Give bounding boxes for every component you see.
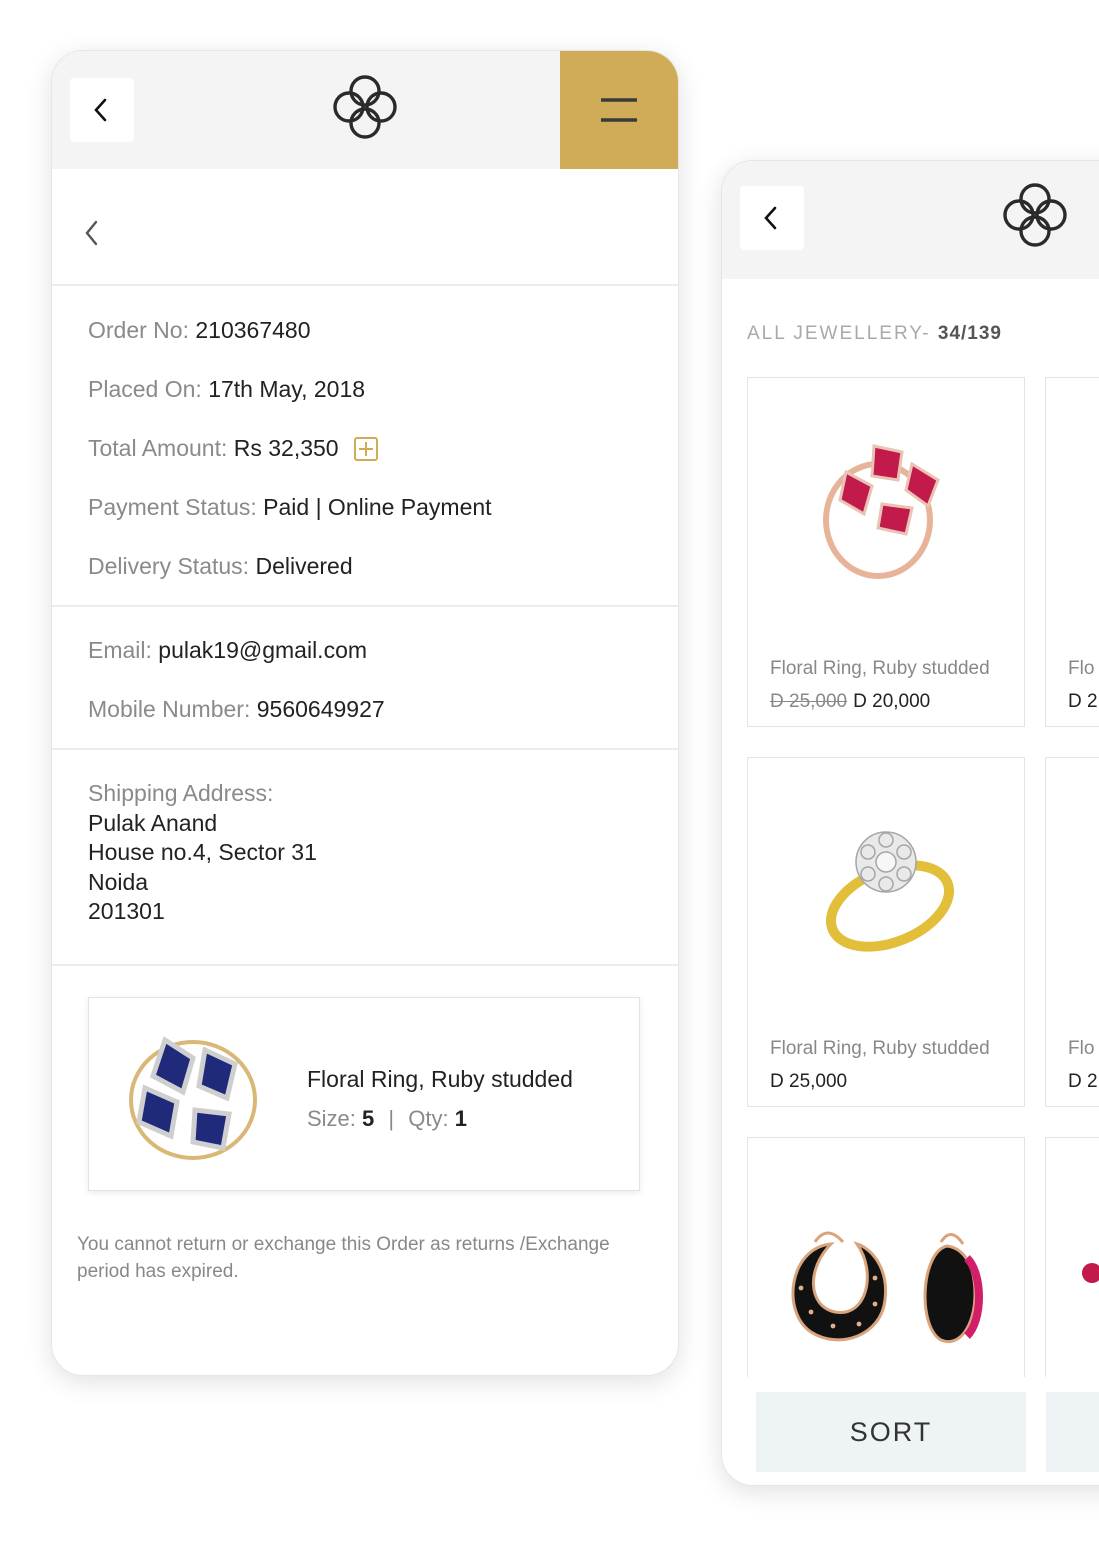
current-price: D 20,000 [853, 691, 931, 712]
top-bar [722, 161, 1099, 279]
product-image [748, 378, 1024, 638]
mobile-label: Mobile Number: [88, 696, 251, 722]
hamburger-menu-icon [601, 98, 637, 122]
back-button[interactable] [740, 186, 804, 250]
order-no-label: Order No: [88, 317, 189, 343]
plus-square-icon[interactable] [353, 436, 379, 462]
size-value: 5 [362, 1106, 375, 1131]
chevron-left-icon[interactable] [82, 219, 102, 247]
category-name: ALL JEWELLERY- [747, 323, 931, 344]
diamond-ring-image [825, 831, 955, 952]
product-card[interactable]: Floral Ring, Ruby studded D 25,000 D 20,0… [747, 377, 1025, 727]
total-amount-value: Rs 32,350 [233, 435, 339, 461]
current-price: D 25,000 [770, 1071, 848, 1092]
placed-on-row: Placed On: 17th May, 2018 [88, 376, 365, 403]
sort-button[interactable]: SORT [756, 1392, 1026, 1472]
email-row: Email: pulak19@gmail.com [88, 637, 367, 664]
current-price: D 2 [1068, 1071, 1098, 1092]
mobile-row: Mobile Number: 9560649927 [88, 696, 385, 723]
payment-status-value: Paid | Online Payment [263, 494, 492, 520]
item-name: Floral Ring, Ruby studded [307, 1066, 573, 1092]
order-item-card[interactable]: Floral Ring, Ruby studded Size: 5 | Qty:… [88, 997, 640, 1191]
product-listing-screen: ALL JEWELLERY- 34/139 Floral Ring, Ruby … [721, 160, 1099, 1486]
quatrefoil-logo-icon [333, 75, 397, 139]
return-policy-note: You cannot return or exchange this Order… [77, 1234, 610, 1282]
total-amount-label: Total Amount: [88, 435, 228, 461]
product-name: Flo [1068, 658, 1095, 679]
shipping-address-label: Shipping Address: [88, 780, 274, 806]
placed-on-label: Placed On: [88, 376, 202, 402]
shipping-address: Shipping Address: Pulak Anand House no.4… [88, 779, 317, 927]
product-count: 34/139 [937, 323, 1003, 344]
divider [52, 284, 678, 286]
total-amount-row: Total Amount: Rs 32,350 [88, 435, 379, 462]
category-title: ALL JEWELLERY- 34/139 [747, 323, 1002, 345]
quatrefoil-logo-icon [1003, 183, 1067, 247]
order-details-screen: Order No: 210367480 Placed On: 17th May,… [51, 50, 679, 1376]
payment-status-label: Payment Status: [88, 494, 257, 520]
product-price: D 25,000 D 20,000 [770, 691, 930, 713]
separator: | [388, 1106, 395, 1131]
item-size-qty: Size: 5 | Qty: 1 [307, 1106, 467, 1132]
back-button[interactable] [70, 78, 134, 142]
product-name: Floral Ring, Ruby studded [770, 1038, 990, 1059]
shipping-address-line: House no.4, Sector 31 [88, 839, 317, 865]
product-name: Flo [1068, 1038, 1095, 1059]
shipping-address-line: Noida [88, 868, 149, 895]
current-price: D 2 [1068, 691, 1098, 712]
menu-button[interactable] [560, 51, 678, 169]
chevron-left-icon [764, 206, 777, 230]
bottom-action-bar: SORT [722, 1377, 1099, 1485]
old-price: D 25,000 [770, 691, 848, 712]
sapphire-ring-image [129, 1036, 257, 1160]
placed-on-value: 17th May, 2018 [208, 376, 366, 402]
delivery-status-label: Delivery Status: [88, 553, 250, 579]
hoop-earrings-image [791, 1231, 983, 1344]
product-image [1082, 1263, 1099, 1283]
email-value: pulak19@gmail.com [158, 637, 368, 663]
divider [52, 748, 678, 750]
qty-label: Qty: [408, 1106, 449, 1131]
product-card[interactable]: Flo D 2 [1045, 757, 1099, 1107]
divider [52, 605, 678, 607]
delivery-status-row: Delivery Status: Delivered [88, 553, 353, 580]
product-card[interactable]: Flo D 2 [1045, 377, 1099, 727]
payment-status-row: Payment Status: Paid | Online Payment [88, 494, 492, 521]
top-bar [52, 51, 678, 169]
mobile-value: 9560649927 [256, 696, 385, 722]
email-label: Email: [88, 637, 152, 663]
shipping-address-line: 201301 [88, 898, 165, 924]
product-card[interactable]: Floral Ring, Ruby studded D 25,000 [747, 757, 1025, 1107]
ruby-ring-image [823, 444, 940, 579]
qty-value: 1 [454, 1106, 467, 1131]
size-label: Size: [307, 1106, 356, 1131]
divider [52, 964, 678, 966]
order-no-row: Order No: 210367480 [88, 317, 311, 344]
chevron-left-icon [94, 98, 107, 122]
product-image [748, 758, 1024, 1018]
product-name: Floral Ring, Ruby studded [770, 658, 990, 679]
delivery-status-value: Delivered [255, 553, 353, 579]
shipping-address-line: Pulak Anand [88, 809, 218, 836]
order-no-value: 210367480 [195, 317, 311, 343]
filter-button[interactable] [1046, 1392, 1099, 1472]
